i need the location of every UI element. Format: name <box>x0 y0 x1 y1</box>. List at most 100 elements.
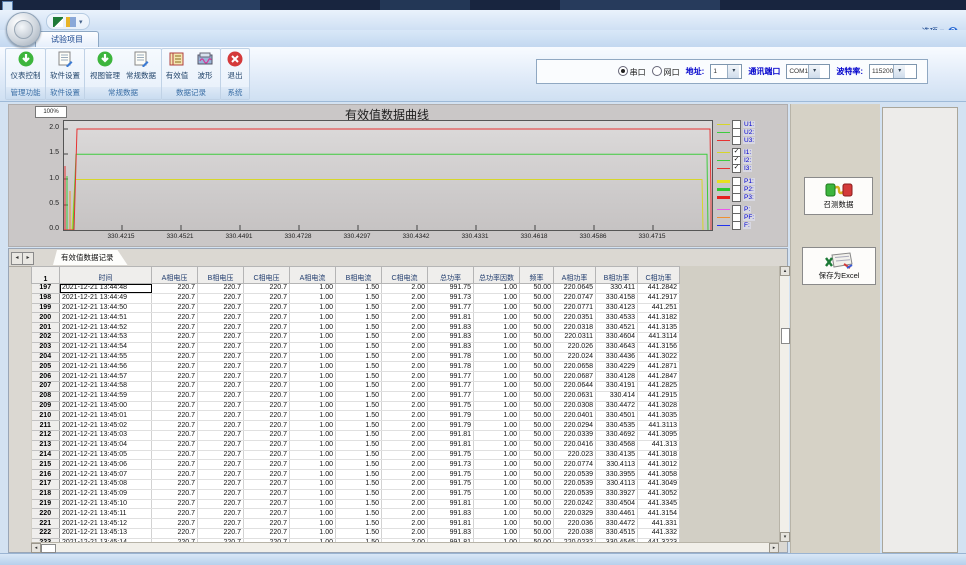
chevron-down-icon: ▾ <box>727 65 739 78</box>
column-header[interactable]: C相电流 <box>382 267 428 284</box>
table-cell: 441.2915 <box>638 391 680 401</box>
serial-radio[interactable]: 串口 <box>618 66 646 78</box>
table-row[interactable]: 2202021-12-21 13:45:11220.7220.7220.71.0… <box>32 509 680 519</box>
table-cell: 330.4504 <box>596 499 638 509</box>
waveform-icon[interactable] <box>66 17 76 27</box>
column-header[interactable]: 总功率 <box>428 267 474 284</box>
table-row[interactable]: 2052021-12-21 13:44:56220.7220.7220.71.0… <box>32 362 680 372</box>
column-header[interactable]: A相电压 <box>152 267 198 284</box>
quick-access-dropdown-icon[interactable]: ▾ <box>79 18 83 26</box>
column-header[interactable]: A相电流 <box>290 267 336 284</box>
column-header[interactable]: B相电压 <box>198 267 244 284</box>
legend-label: F: <box>743 222 751 229</box>
column-header[interactable]: 频率 <box>520 267 554 284</box>
table-cell: 220.7 <box>152 332 198 342</box>
vertical-scroll-thumb[interactable] <box>781 328 790 344</box>
table-cell: 991.81 <box>428 430 474 440</box>
rms-value-button[interactable]: 有效值 <box>163 49 191 87</box>
scroll-down-icon[interactable]: ▾ <box>780 532 790 542</box>
address-select[interactable]: 1▾ <box>710 64 742 79</box>
excel-icon[interactable] <box>53 17 63 27</box>
table-row[interactable]: 2102021-12-21 13:45:01220.7220.7220.71.0… <box>32 411 680 421</box>
table-row[interactable]: 2182021-12-21 13:45:09220.7220.7220.71.0… <box>32 489 680 499</box>
legend-checkbox[interactable] <box>732 193 741 202</box>
row-number-cell: 198 <box>32 293 60 303</box>
table-row[interactable]: 2142021-12-21 13:45:05220.7220.7220.71.0… <box>32 450 680 460</box>
baud-rate-select[interactable]: 115200▾ <box>869 64 917 79</box>
table-cell: 220.7 <box>244 470 290 480</box>
table-row[interactable]: 2212021-12-21 13:45:12220.7220.7220.71.0… <box>32 519 680 529</box>
table-row[interactable]: 2112021-12-21 13:45:02220.7220.7220.71.0… <box>32 421 680 431</box>
table-row[interactable]: 1972021-12-21 13:44:48220.7220.7220.71.0… <box>32 284 680 294</box>
column-header[interactable]: 总功率因数 <box>474 267 520 284</box>
table-cell: 220.7 <box>198 401 244 411</box>
tab-test-project[interactable]: 试验项目 <box>35 31 99 48</box>
table-cell: 441.2847 <box>638 372 680 382</box>
row-number-cell: 199 <box>32 303 60 313</box>
column-header[interactable]: C相功率 <box>638 267 680 284</box>
regular-data-button[interactable]: 常规数据 <box>123 49 159 87</box>
fetch-data-button[interactable]: 召测数据 <box>804 177 873 215</box>
row-number-cell: 201 <box>32 323 60 333</box>
horizontal-scroll-thumb[interactable] <box>41 544 56 553</box>
table-cell: 220.7 <box>152 313 198 323</box>
app-menu-button[interactable] <box>6 12 41 47</box>
table-row[interactable]: 2192021-12-21 13:45:10220.7220.7220.71.0… <box>32 499 680 509</box>
table-cell: 2021-12-21 13:44:50 <box>60 303 152 313</box>
horizontal-scrollbar[interactable]: ◂ ▸ <box>31 542 779 552</box>
table-row[interactable]: 2152021-12-21 13:45:06220.7220.7220.71.0… <box>32 460 680 470</box>
column-header[interactable]: A相功率 <box>554 267 596 284</box>
table-cell: 220.7 <box>244 421 290 431</box>
table-cell: 220.7 <box>198 313 244 323</box>
table-row[interactable]: 2012021-12-21 13:44:52220.7220.7220.71.0… <box>32 323 680 333</box>
view-management-button[interactable]: 视图管理 <box>87 49 123 87</box>
vertical-scrollbar[interactable]: ▴ ▾ <box>779 266 789 542</box>
table-row[interactable]: 2032021-12-21 13:44:54220.7220.7220.71.0… <box>32 342 680 352</box>
column-header[interactable]: 时间 <box>60 267 152 284</box>
table-row[interactable]: 2222021-12-21 13:45:13220.7220.7220.71.0… <box>32 528 680 538</box>
table-cell: 991.83 <box>428 509 474 519</box>
table-row[interactable]: 2042021-12-21 13:44:55220.7220.7220.71.0… <box>32 352 680 362</box>
table-row[interactable]: 2002021-12-21 13:44:51220.7220.7220.71.0… <box>32 313 680 323</box>
table-row[interactable]: 2122021-12-21 13:45:03220.7220.7220.71.0… <box>32 430 680 440</box>
save-to-excel-button[interactable]: 保存为Excel <box>802 247 876 285</box>
waveform-button[interactable]: 波形 <box>191 49 219 87</box>
table-cell: 220.7 <box>198 391 244 401</box>
table-row[interactable]: 2162021-12-21 13:45:07220.7220.7220.71.0… <box>32 470 680 480</box>
table-cell: 330.4643 <box>596 342 638 352</box>
legend-color-swatch <box>717 124 730 125</box>
table-cell: 220.7 <box>244 528 290 538</box>
table-row[interactable]: 2062021-12-21 13:44:57220.7220.7220.71.0… <box>32 372 680 382</box>
network-radio[interactable]: 网口 <box>652 66 680 78</box>
software-settings-button[interactable]: 软件设置 <box>47 49 83 87</box>
legend-checkbox[interactable] <box>732 221 741 230</box>
tab-scroll-right-icon[interactable]: ▸ <box>22 252 34 265</box>
table-row[interactable]: 2072021-12-21 13:44:58220.7220.7220.71.0… <box>32 381 680 391</box>
table-row[interactable]: 2172021-12-21 13:45:08220.7220.7220.71.0… <box>32 479 680 489</box>
legend-checkbox[interactable]: ✓ <box>732 164 741 173</box>
table-cell: 50.00 <box>520 450 554 460</box>
row-number-cell: 214 <box>32 450 60 460</box>
table-row[interactable]: 2022021-12-21 13:44:53220.7220.7220.71.0… <box>32 332 680 342</box>
table-row[interactable]: 2092021-12-21 13:45:00220.7220.7220.71.0… <box>32 401 680 411</box>
scroll-up-icon[interactable]: ▴ <box>780 266 790 276</box>
legend-checkbox[interactable] <box>732 136 741 145</box>
corner-header-cell[interactable]: 1 <box>32 267 60 284</box>
scroll-left-icon[interactable]: ◂ <box>31 543 41 553</box>
x-tick-label: 330.4715 <box>624 233 680 240</box>
column-header[interactable]: C相电压 <box>244 267 290 284</box>
table-cell: 220.7 <box>244 519 290 529</box>
chart-plot-area[interactable] <box>63 120 713 231</box>
column-header[interactable]: B相电流 <box>336 267 382 284</box>
scroll-right-icon[interactable]: ▸ <box>769 543 779 553</box>
sheet-tab-rms-records[interactable]: 有效值数据记录 <box>53 250 128 265</box>
table-row[interactable]: 2082021-12-21 13:44:59220.7220.7220.71.0… <box>32 391 680 401</box>
column-header[interactable]: B相功率 <box>596 267 638 284</box>
table-cell: 441.251 <box>638 303 680 313</box>
comm-port-select[interactable]: COM1▾ <box>786 64 830 79</box>
table-row[interactable]: 1982021-12-21 13:44:49220.7220.7220.71.0… <box>32 293 680 303</box>
table-row[interactable]: 2132021-12-21 13:45:04220.7220.7220.71.0… <box>32 440 680 450</box>
exit-button[interactable]: 退出 <box>221 49 249 87</box>
instrument-control-button[interactable]: 仪表控制 <box>8 49 44 87</box>
table-row[interactable]: 1992021-12-21 13:44:50220.7220.7220.71.0… <box>32 303 680 313</box>
